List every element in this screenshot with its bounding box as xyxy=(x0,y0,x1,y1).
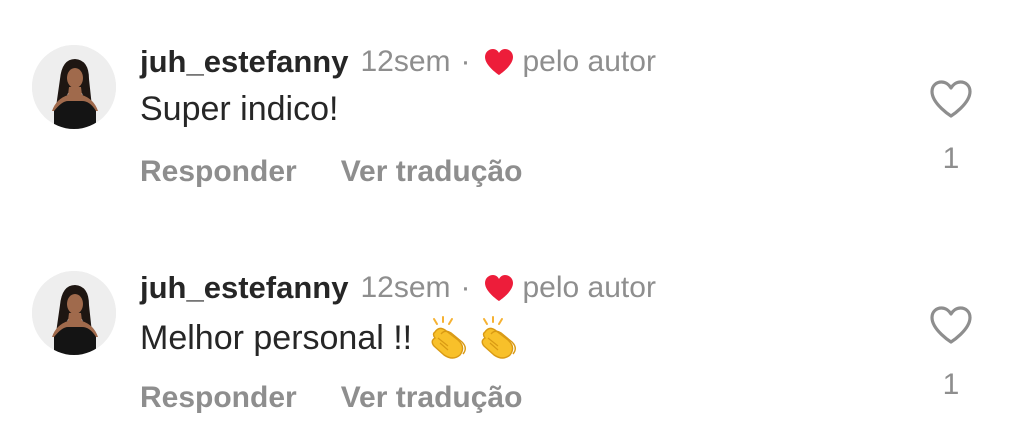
liked-by-author-label: pelo autor xyxy=(522,271,656,304)
comment-header: juh_estefanny 12sem · pelo autor xyxy=(140,42,656,82)
like-count: 1 xyxy=(942,142,960,175)
comment-actions: Responder Ver tradução xyxy=(140,155,522,189)
comment-text: Super indico! xyxy=(140,90,338,129)
username[interactable]: juh_estefanny xyxy=(140,270,348,306)
separator-dot: · xyxy=(460,45,471,78)
avatar-image xyxy=(32,45,116,129)
clapping-hands-emoji xyxy=(431,316,467,359)
translate-button[interactable]: Ver tradução xyxy=(341,381,523,415)
comment-text-content: Super indico! xyxy=(140,90,339,128)
liked-by-author-label: pelo autor xyxy=(522,45,656,78)
comment-text: Melhor personal !! xyxy=(140,316,520,360)
avatar[interactable] xyxy=(32,271,116,355)
avatar-image xyxy=(32,271,116,355)
timestamp: 12sem xyxy=(360,271,451,304)
heart-filled-icon xyxy=(484,275,513,301)
comment-item: juh_estefanny 12sem · pelo autor Super i… xyxy=(0,0,1024,200)
timestamp: 12sem xyxy=(360,45,451,78)
comment-item: juh_estefanny 12sem · pelo autor Melhor … xyxy=(0,226,1024,426)
comment-actions: Responder Ver tradução xyxy=(140,381,522,415)
heart-outline-icon[interactable] xyxy=(928,304,974,346)
reply-button[interactable]: Responder xyxy=(140,381,297,415)
reply-button[interactable]: Responder xyxy=(140,155,297,189)
heart-filled-icon xyxy=(484,49,513,75)
comment-text-content: Melhor personal !! xyxy=(140,318,413,357)
comment-header: juh_estefanny 12sem · pelo autor xyxy=(140,268,656,308)
like-count: 1 xyxy=(942,368,960,401)
heart-outline-icon[interactable] xyxy=(928,78,974,120)
translate-button[interactable]: Ver tradução xyxy=(341,155,523,189)
username[interactable]: juh_estefanny xyxy=(140,44,348,80)
clapping-hands-emoji xyxy=(481,316,517,359)
avatar[interactable] xyxy=(32,45,116,129)
separator-dot: · xyxy=(460,271,471,304)
